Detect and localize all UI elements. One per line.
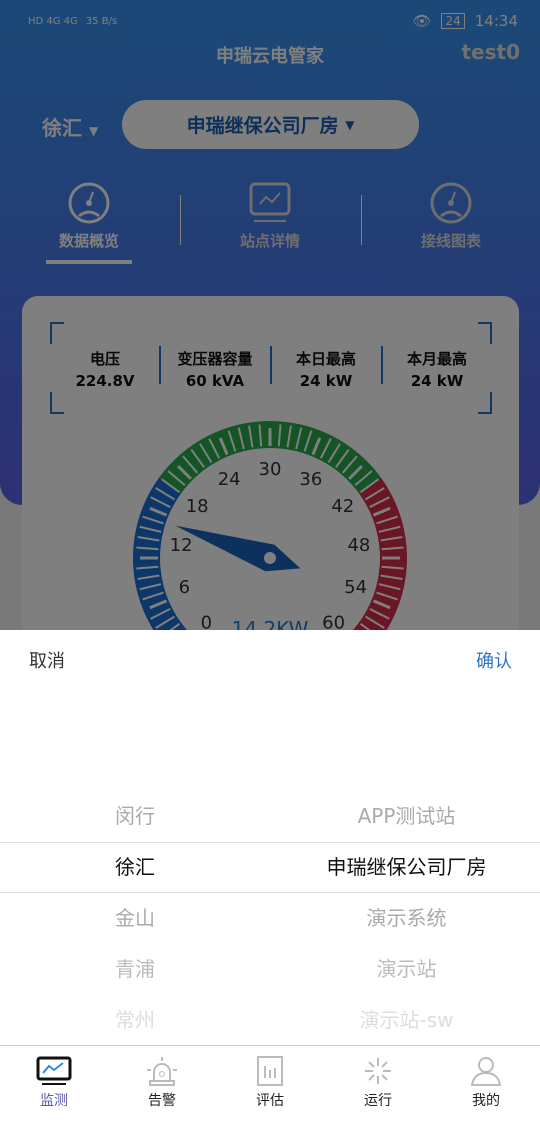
picker-row[interactable]: 闵行 APP测试站 <box>0 791 540 841</box>
nav-alarm[interactable]: 告警 <box>122 1056 202 1110</box>
picker-row[interactable]: 青浦 演示站 <box>0 944 540 994</box>
picker-row[interactable]: 金山 演示系统 <box>0 893 540 943</box>
picker-site[interactable]: 演示系统 <box>300 893 513 943</box>
loading-icon <box>365 1058 391 1084</box>
picker-site[interactable]: 演示站-sw <box>300 995 513 1045</box>
location-picker: 取消 确认 闵行 APP测试站徐汇 申瑞继保公司厂房金山 演示系统青浦 演示站常州 演示站… <box>0 630 540 1045</box>
nav-monitor[interactable]: 监测 <box>14 1056 94 1110</box>
user-icon <box>470 1057 502 1086</box>
nav-label: 运行 <box>364 1093 392 1109</box>
nav-mine[interactable]: 我的 <box>446 1056 526 1110</box>
report-icon <box>257 1056 283 1086</box>
cancel-button[interactable]: 取消 <box>29 647 65 673</box>
picker-row-selected[interactable]: 徐汇 申瑞继保公司厂房 <box>0 842 540 892</box>
picker-district[interactable]: 闵行 <box>35 791 235 841</box>
modal-backdrop[interactable] <box>0 0 540 630</box>
nav-label: 告警 <box>148 1093 176 1109</box>
nav-evaluate[interactable]: 评估 <box>230 1056 310 1110</box>
picker-district[interactable]: 金山 <box>35 893 235 943</box>
picker-row[interactable]: 常州 演示站-sw <box>0 995 540 1045</box>
confirm-button[interactable]: 确认 <box>476 647 512 673</box>
picker-district[interactable]: 徐汇 <box>35 842 235 892</box>
picker-district[interactable]: 青浦 <box>35 944 235 994</box>
nav-label: 监测 <box>40 1093 68 1109</box>
picker-site[interactable]: 申瑞继保公司厂房 <box>300 842 513 892</box>
bottom-nav: 监测 告警 评估 运行 我的 <box>0 1045 540 1122</box>
alarm-icon <box>147 1057 177 1086</box>
nav-label: 我的 <box>472 1093 500 1109</box>
monitor-icon <box>36 1056 72 1085</box>
picker-site[interactable]: APP测试站 <box>300 791 513 841</box>
nav-label: 评估 <box>256 1093 284 1109</box>
picker-site[interactable]: 演示站 <box>300 944 513 994</box>
nav-operation[interactable]: 运行 <box>338 1056 418 1110</box>
picker-district[interactable]: 常州 <box>35 995 235 1045</box>
